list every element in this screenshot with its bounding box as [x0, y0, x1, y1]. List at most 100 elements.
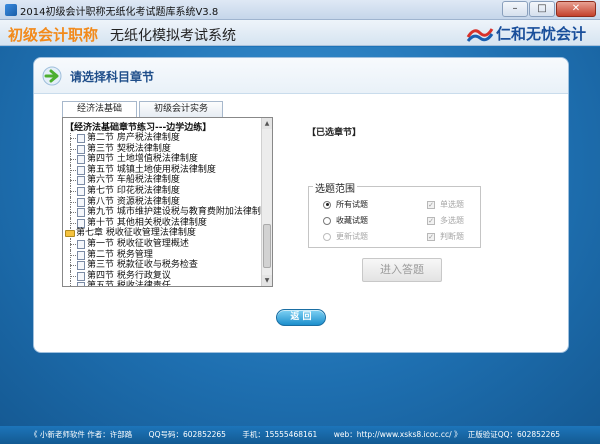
radio-label: 所有试题 — [336, 200, 368, 209]
panel-title: 请选择科目章节 — [70, 70, 155, 84]
brand-wave-icon — [466, 28, 494, 42]
footer-phone: 手机：15555468161 — [242, 430, 318, 439]
tree-item[interactable]: 第二节 房产税法律制度 — [65, 133, 261, 144]
tree-item[interactable]: 第三节 契税法律制度 — [65, 143, 261, 155]
tree-item-label: 第二节 房产税法律制度 — [87, 133, 180, 143]
document-icon — [77, 197, 85, 207]
tree-list: 第二节 房产税法律制度 第三节 契税法律制度 第四节 土地增值税法律制度 第五节 城镇… — [65, 133, 270, 287]
document-icon — [77, 250, 85, 260]
checkbox-indicator: ✓ — [427, 216, 435, 225]
tree-item-label: 第三节 税款征收与税务检查 — [87, 260, 198, 271]
footer-web[interactable]: web：http://www.xsks8.icoc.cc/ 》 — [334, 430, 462, 439]
document-icon — [77, 208, 85, 218]
radio-label: 收藏试题 — [336, 216, 368, 225]
chapter-selection-panel: 请选择科目章节 经济法基础 初级会计实务 【经济法基础章节练习---边学边练】 … — [33, 57, 569, 353]
radio-updated-questions[interactable]: 更新试题 — [323, 231, 368, 242]
header-banner: 初级会计职称 无纸化模拟考试系统 仁和无忧会计 — [0, 20, 600, 46]
tree-item[interactable]: 第八节 资源税法律制度 — [65, 196, 261, 208]
document-icon — [77, 218, 85, 228]
folder-icon — [65, 230, 75, 238]
window-controls: – □ ✕ — [502, 1, 596, 17]
tree-item-label: 第十节 其他相关税收法律制度 — [87, 217, 207, 228]
brand-logo: 仁和无忧会计 — [466, 22, 586, 44]
radio-indicator — [323, 216, 331, 225]
tree-item-label: 第五节 税收法律责任 — [87, 281, 171, 287]
brand-name: 仁和无忧会计 — [495, 24, 586, 43]
maximize-button[interactable]: □ — [529, 1, 555, 17]
scroll-up-icon[interactable]: ▲ — [262, 118, 272, 129]
footer-verify: 正版验证QQ：602852265 — [467, 430, 560, 439]
checkbox-label: 多选题 — [440, 216, 464, 225]
document-icon — [77, 155, 85, 165]
radio-label: 更新试题 — [336, 232, 368, 241]
document-icon — [77, 134, 85, 143]
close-button[interactable]: ✕ — [556, 1, 596, 17]
footer-author: 《 小新老师软件 作者：许部路 — [30, 430, 133, 439]
checkbox-label: 判断题 — [440, 232, 464, 241]
radio-indicator — [323, 232, 331, 241]
tree-item[interactable]: 第七节 印花税法律制度 — [65, 185, 261, 197]
document-icon — [77, 186, 85, 196]
panel-header: 请选择科目章节 — [34, 58, 568, 94]
tree-item-label: 第一节 税收征收管理概述 — [87, 238, 189, 249]
tree-item-label: 第二节 税务管理 — [87, 249, 153, 260]
tree-item[interactable]: 第十节 其他相关税收法律制度 — [65, 217, 261, 229]
checkbox-single-choice[interactable]: ✓ 单选题 — [427, 199, 464, 210]
scope-title: 选题范围 — [313, 180, 357, 195]
system-name: 无纸化模拟考试系统 — [110, 28, 236, 44]
tree-item[interactable]: 第二节 税务管理 — [65, 249, 261, 261]
footer-qq: QQ号码：602852265 — [148, 430, 226, 439]
checkbox-true-false[interactable]: ✓ 判断题 — [427, 231, 464, 242]
selected-chapters-heading: 【已选章节】 — [307, 128, 362, 138]
checkbox-label: 单选题 — [440, 200, 464, 209]
tree-item[interactable]: 第四节 土地增值税法律制度 — [65, 154, 261, 165]
checkbox-indicator: ✓ — [427, 200, 435, 209]
tree-scrollbar[interactable]: ▲ ▼ — [261, 118, 272, 286]
document-icon — [77, 271, 85, 281]
chapter-tree[interactable]: 【经济法基础章节练习---边学边练】 第二节 房产税法律制度 第三节 契税法律制度… — [62, 117, 273, 287]
tab-accounting-practice[interactable]: 初级会计实务 — [139, 101, 224, 117]
document-icon — [77, 239, 85, 249]
tree-item-label: 第四节 土地增值税法律制度 — [87, 154, 198, 165]
tree-item-label: 第六节 车船税法律制度 — [87, 175, 180, 186]
window-title: 2014初级会计职称无纸化考试题库系统V3.8 — [20, 7, 219, 18]
back-button[interactable]: 返 回 — [276, 309, 326, 326]
tree-item[interactable]: 第四节 税务行政复议 — [65, 270, 261, 282]
tree-item-label: 第七节 印花税法律制度 — [87, 185, 180, 196]
document-icon — [77, 165, 85, 175]
radio-indicator — [323, 200, 331, 209]
title-bar: 2014初级会计职称无纸化考试题库系统V3.8 – □ ✕ — [0, 0, 600, 20]
exam-category: 初级会计职称 — [8, 26, 99, 44]
scroll-down-icon[interactable]: ▼ — [262, 275, 272, 286]
tree-item[interactable]: 第七章 税收征收管理法律制度 — [65, 228, 261, 239]
footer-bar: 《 小新老师软件 作者：许部路 QQ号码：602852265 手机：155554… — [0, 426, 600, 444]
radio-all-questions[interactable]: 所有试题 — [323, 199, 368, 210]
tree-item-label: 第五节 城镇土地使用税法律制度 — [87, 164, 216, 175]
tree-item[interactable]: 第五节 税收法律责任 — [65, 281, 261, 287]
tree-item-label: 第四节 税务行政复议 — [87, 270, 171, 281]
scroll-thumb[interactable] — [263, 224, 271, 268]
enter-exam-button[interactable]: 进入答题 — [362, 258, 442, 282]
tree-item[interactable]: 第五节 城镇土地使用税法律制度 — [65, 164, 261, 176]
minimize-button[interactable]: – — [502, 1, 528, 17]
app-icon — [5, 4, 17, 16]
tree-item-label: 第八节 资源税法律制度 — [87, 196, 180, 207]
document-icon — [77, 261, 85, 271]
tree-item[interactable]: 第九节 城市维护建设税与教育费附加法律制度 — [65, 207, 270, 218]
tree-item-label: 第三节 契税法律制度 — [87, 143, 171, 154]
question-scope-group: 选题范围 所有试题 收藏试题 更新试题 ✓ 单选题 ✓ 多选题 ✓ 判断题 — [308, 180, 481, 248]
document-icon — [77, 144, 85, 154]
tree-item-label: 第七章 税收征收管理法律制度 — [76, 228, 196, 239]
tree-item[interactable]: 第六节 车船税法律制度 — [65, 175, 261, 186]
document-icon — [77, 282, 85, 286]
tree-item[interactable]: 第一节 税收征收管理概述 — [65, 238, 261, 250]
tree-heading: 【经济法基础章节练习---边学边练】 — [65, 123, 212, 133]
tree-item-label: 第九节 城市维护建设税与教育费附加法律制度 — [87, 207, 270, 218]
tab-economic-law[interactable]: 经济法基础 — [62, 101, 138, 118]
checkbox-multiple-choice[interactable]: ✓ 多选题 — [427, 215, 464, 226]
checkbox-indicator: ✓ — [427, 232, 435, 241]
arrow-right-icon — [42, 66, 62, 86]
radio-favorite-questions[interactable]: 收藏试题 — [323, 215, 368, 226]
tree-item[interactable]: 第三节 税款征收与税务检查 — [65, 260, 261, 271]
subject-tabs: 经济法基础 初级会计实务 — [62, 101, 225, 118]
